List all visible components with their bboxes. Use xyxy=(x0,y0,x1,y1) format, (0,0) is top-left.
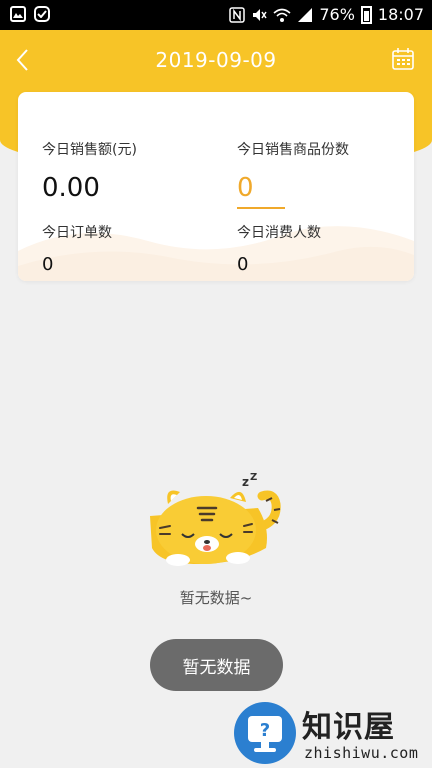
goods-count-value: 0 xyxy=(237,173,254,203)
app-screen: 76% 18:07 2019-09-09 今日销售额(元) 0.00 今日销售商… xyxy=(0,0,432,768)
stats-card: 今日销售额(元) 0.00 今日销售商品份数 0 今日订单数 0 今日消费人数 … xyxy=(18,92,414,281)
orders-label: 今日订单数 xyxy=(42,225,112,241)
battery-icon xyxy=(360,5,372,24)
sales-amount-label: 今日销售额(元) xyxy=(42,142,137,158)
check-app-icon xyxy=(34,6,50,22)
status-bar-left xyxy=(10,6,50,22)
stat-sales-amount: 今日销售额(元) 0.00 xyxy=(42,139,137,203)
status-time: 18:07 xyxy=(377,5,424,24)
stat-orders: 今日订单数 0 xyxy=(42,222,112,275)
calendar-icon xyxy=(392,48,414,70)
signal-icon xyxy=(298,7,313,22)
calendar-button[interactable] xyxy=(390,46,416,72)
sleeping-tiger-icon: z Z xyxy=(150,472,281,566)
sales-amount-value: 0.00 xyxy=(42,173,100,203)
svg-text:?: ? xyxy=(260,720,270,741)
watermark-subtitle: zhishiwu.com xyxy=(304,744,419,762)
customers-value: 0 xyxy=(237,254,249,275)
goods-count-label: 今日销售商品份数 xyxy=(237,142,349,158)
battery-percent: 76% xyxy=(319,5,355,24)
stat-customers: 今日消费人数 0 xyxy=(237,222,321,275)
nfc-icon xyxy=(229,6,246,23)
watermark: ? 知识屋 zhishiwu.com xyxy=(232,700,432,768)
page-title[interactable]: 2019-09-09 xyxy=(0,48,432,72)
svg-text:z: z xyxy=(242,475,249,489)
orders-value: 0 xyxy=(42,254,54,275)
empty-state-button[interactable]: 暂无数据 xyxy=(150,639,283,691)
wifi-icon xyxy=(273,8,291,22)
watermark-title: 知识屋 xyxy=(302,710,395,745)
empty-state-text: 暂无数据~ xyxy=(179,589,253,607)
watermark-logo-icon: ? xyxy=(234,702,296,764)
gallery-icon xyxy=(10,6,26,22)
customers-label: 今日消费人数 xyxy=(237,225,321,241)
stat-goods-count: 今日销售商品份数 0 xyxy=(237,139,349,209)
accent-underline xyxy=(237,207,285,209)
status-bar-right: 76% 18:07 xyxy=(229,5,424,24)
svg-text:Z: Z xyxy=(250,472,257,483)
mute-icon xyxy=(253,8,267,21)
status-bar: 76% 18:07 xyxy=(0,0,432,30)
